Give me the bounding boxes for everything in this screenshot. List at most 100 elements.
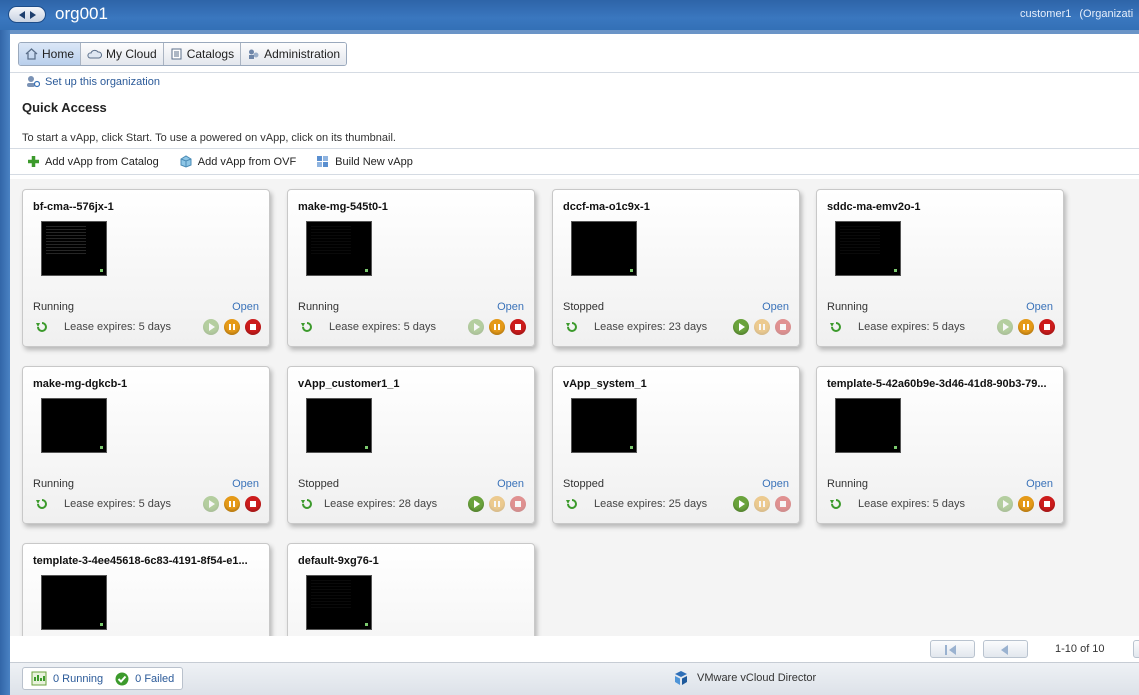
vapp-status: Running	[298, 301, 339, 313]
user-name[interactable]: customer1	[1020, 8, 1071, 20]
vapp-lease: Lease expires: 5 days	[858, 321, 966, 333]
vapp-thumbnail[interactable]	[41, 398, 107, 453]
vapp-card: template-5-42a60b9e-3d46-41d8-90b3-79...…	[816, 366, 1064, 524]
vapp-thumbnail[interactable]	[571, 221, 637, 276]
suspend-button[interactable]	[224, 319, 240, 335]
vapp-status: Running	[827, 301, 868, 313]
add-vapp-from-catalog-label: Add vApp from Catalog	[45, 155, 159, 168]
product-brand: VMware vCloud Director	[673, 670, 816, 686]
suspend-button[interactable]	[754, 319, 770, 335]
suspend-button[interactable]	[1018, 496, 1034, 512]
vapp-status: Running	[33, 301, 74, 313]
start-button[interactable]	[997, 496, 1013, 512]
suspend-button[interactable]	[754, 496, 770, 512]
setup-organization-label: Set up this organization	[45, 75, 160, 88]
title-bar: org001 customer1 (Organizati	[0, 0, 1139, 30]
tab-my-cloud[interactable]: My Cloud	[81, 43, 164, 65]
catalog-icon	[171, 48, 182, 60]
suspend-button[interactable]	[489, 319, 505, 335]
add-vapp-from-ovf-button[interactable]: Add vApp from OVF	[179, 155, 296, 168]
vapp-name: template-3-4ee45618-6c83-4191-8f54-e1...	[33, 555, 248, 567]
history-nav	[8, 6, 46, 23]
vapp-name: make-mg-545t0-1	[298, 201, 388, 213]
stop-button[interactable]	[775, 496, 791, 512]
running-count[interactable]: 0 Running	[53, 673, 103, 685]
renew-lease-icon[interactable]	[829, 321, 843, 332]
vapp-name: vApp_customer1_1	[298, 378, 400, 390]
vapp-open-link[interactable]: Open	[1026, 301, 1053, 313]
next-page-button[interactable]	[1133, 640, 1139, 658]
vapp-lease: Lease expires: 5 days	[858, 498, 966, 510]
suspend-button[interactable]	[224, 496, 240, 512]
renew-lease-icon[interactable]	[35, 321, 49, 332]
start-button[interactable]	[733, 319, 749, 335]
stop-button[interactable]	[775, 319, 791, 335]
renew-lease-icon[interactable]	[829, 498, 843, 509]
tab-catalogs[interactable]: Catalogs	[163, 43, 242, 65]
first-page-button[interactable]	[930, 640, 975, 658]
quick-access-title: Quick Access	[22, 100, 107, 115]
renew-lease-icon[interactable]	[565, 321, 579, 332]
build-new-vapp-button[interactable]: Build New vApp	[316, 155, 413, 168]
previous-page-button[interactable]	[983, 640, 1028, 658]
renew-lease-icon[interactable]	[300, 321, 314, 332]
start-button[interactable]	[203, 496, 219, 512]
tab-administration[interactable]: Administration	[241, 43, 347, 65]
vapp-thumbnail[interactable]	[306, 575, 372, 630]
vapp-thumbnail[interactable]	[835, 398, 901, 453]
vapp-open-link[interactable]: Open	[497, 478, 524, 490]
vapp-thumbnail[interactable]	[41, 575, 107, 630]
vapp-open-link[interactable]: Open	[232, 478, 259, 490]
stop-button[interactable]	[1039, 496, 1055, 512]
vapp-open-link[interactable]: Open	[1026, 478, 1053, 490]
vapp-thumbnail[interactable]	[306, 221, 372, 276]
start-button[interactable]	[203, 319, 219, 335]
vapp-card: template-3-4ee45618-6c83-4191-8f54-e1...	[22, 543, 270, 636]
build-new-vapp-label: Build New vApp	[335, 155, 413, 168]
vapp-open-link[interactable]: Open	[762, 478, 789, 490]
vapp-thumbnail[interactable]	[835, 221, 901, 276]
renew-lease-icon[interactable]	[300, 498, 314, 509]
add-vapp-from-catalog-button[interactable]: Add vApp from Catalog	[27, 155, 159, 168]
tab-administration-label: Administration	[264, 47, 341, 61]
user-info[interactable]: customer1 (Organizati	[1020, 8, 1139, 20]
vapp-thumbnail[interactable]	[571, 398, 637, 453]
stop-button[interactable]	[1039, 319, 1055, 335]
stop-button[interactable]	[510, 496, 526, 512]
start-button[interactable]	[468, 496, 484, 512]
suspend-button[interactable]	[489, 496, 505, 512]
status-bar: 0 Running 0 Failed VMware vCloud Directo…	[10, 662, 1139, 695]
vapp-open-link[interactable]: Open	[762, 301, 789, 313]
vapp-name: bf-cma--576jx-1	[33, 201, 114, 213]
main-tabs: Home My Cloud Catalogs Administration	[18, 42, 348, 66]
vapp-open-link[interactable]: Open	[232, 301, 259, 313]
stop-button[interactable]	[245, 496, 261, 512]
forward-icon[interactable]	[29, 10, 36, 19]
vapp-thumbnail[interactable]	[306, 398, 372, 453]
vapp-name: dccf-ma-o1c9x-1	[563, 201, 650, 213]
user-role: (Organizati	[1079, 8, 1134, 20]
start-button[interactable]	[733, 496, 749, 512]
vapp-name: make-mg-dgkcb-1	[33, 378, 128, 390]
first-page-icon	[945, 645, 947, 655]
vapp-thumbnail[interactable]	[41, 221, 107, 276]
renew-lease-icon[interactable]	[565, 498, 579, 509]
setup-organization-link[interactable]: Set up this organization	[26, 75, 160, 88]
vapp-open-link[interactable]: Open	[497, 301, 524, 313]
suspend-button[interactable]	[1018, 319, 1034, 335]
renew-lease-icon[interactable]	[35, 498, 49, 509]
tab-home[interactable]: Home	[19, 43, 82, 65]
vapp-card: bf-cma--576jx-1 Running Open Lease expir…	[22, 189, 270, 347]
task-summary[interactable]: 0 Running 0 Failed	[22, 667, 184, 690]
divider	[10, 148, 1139, 149]
main-panel: Home My Cloud Catalogs Administration Se…	[10, 30, 1139, 662]
stop-button[interactable]	[245, 319, 261, 335]
stop-button[interactable]	[510, 319, 526, 335]
cloud-icon	[87, 49, 103, 59]
failed-count[interactable]: 0 Failed	[135, 673, 174, 685]
vmware-logo-icon	[675, 671, 687, 685]
start-button[interactable]	[997, 319, 1013, 335]
vapp-status: Stopped	[298, 478, 339, 490]
start-button[interactable]	[468, 319, 484, 335]
back-icon[interactable]	[18, 10, 25, 19]
